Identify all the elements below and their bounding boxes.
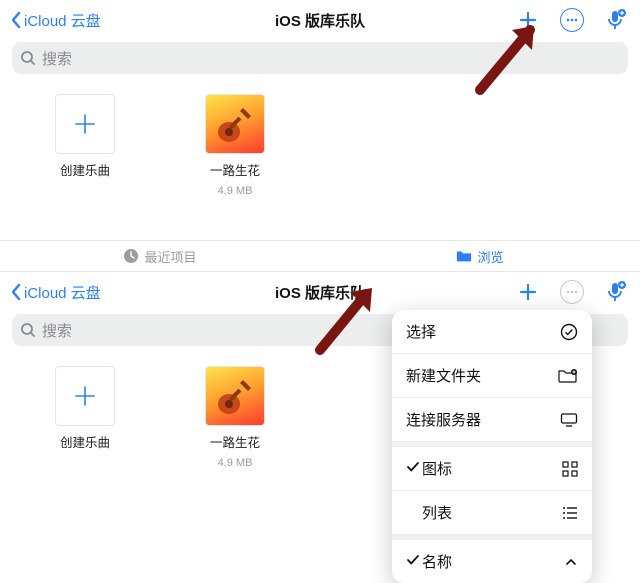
- back-button[interactable]: iCloud 云盘: [10, 282, 101, 303]
- menu-label: 连接服务器: [406, 409, 558, 430]
- create-thumb: [55, 366, 115, 426]
- add-button[interactable]: [514, 278, 542, 306]
- song-file-tile[interactable]: 一路生花 4.9 MB: [190, 366, 280, 469]
- check-circle-icon: [558, 323, 578, 341]
- create-thumb: [55, 94, 115, 154]
- screen-after: 最近项目 浏览 iCloud 云盘 iOS 版库乐队: [0, 240, 640, 513]
- plus-icon: [518, 282, 538, 302]
- search-placeholder: 搜索: [42, 48, 72, 69]
- folder-plus-icon: [558, 368, 578, 384]
- mic-plus-icon: [605, 9, 627, 31]
- more-button[interactable]: [560, 8, 584, 32]
- plus-icon: [518, 10, 538, 30]
- nav-actions: [514, 6, 630, 34]
- file-name: 一路生花: [210, 432, 260, 451]
- tab-browse[interactable]: 浏览: [320, 241, 640, 271]
- back-label: iCloud 云盘: [24, 282, 101, 303]
- mic-button[interactable]: [602, 6, 630, 34]
- file-grid: 创建乐曲 一路生花 4.9 MB: [0, 82, 640, 209]
- menu-new-folder[interactable]: 新建文件夹: [392, 354, 592, 398]
- chevron-up-icon: [558, 555, 578, 569]
- song-file-tile[interactable]: 一路生花 4.9 MB: [190, 94, 280, 197]
- search-placeholder: 搜索: [42, 320, 72, 341]
- create-song-tile[interactable]: 创建乐曲: [40, 366, 130, 469]
- plus-icon: [71, 110, 99, 138]
- tab-recents[interactable]: 最近项目: [0, 241, 320, 271]
- navbar: iCloud 云盘 iOS 版库乐队: [0, 0, 640, 40]
- file-name: 创建乐曲: [60, 432, 110, 451]
- guitar-icon: [213, 102, 257, 146]
- menu-view-icons[interactable]: 图标: [392, 447, 592, 491]
- menu-label: 名称: [422, 551, 558, 572]
- file-name: 创建乐曲: [60, 160, 110, 179]
- guitar-icon: [213, 374, 257, 418]
- chevron-left-icon: [10, 11, 22, 29]
- menu-label: 图标: [422, 458, 558, 479]
- menu-select[interactable]: 选择: [392, 310, 592, 354]
- screen-before: iCloud 云盘 iOS 版库乐队 搜索 创建乐曲: [0, 0, 640, 240]
- tab-label: 最近项目: [144, 247, 196, 266]
- menu-sort-name[interactable]: 名称: [392, 540, 592, 583]
- chevron-left-icon: [10, 283, 22, 301]
- nav-actions: [514, 278, 630, 306]
- back-button[interactable]: iCloud 云盘: [10, 10, 101, 31]
- file-size: 4.9 MB: [218, 457, 253, 469]
- song-thumb: [205, 94, 265, 154]
- navbar: iCloud 云盘 iOS 版库乐队: [0, 272, 640, 312]
- grid-icon: [558, 461, 578, 477]
- create-song-tile[interactable]: 创建乐曲: [40, 94, 130, 197]
- tab-label: 浏览: [477, 247, 503, 266]
- checkmark-icon: [406, 460, 422, 478]
- checkmark-icon: [406, 553, 422, 571]
- song-thumb: [205, 366, 265, 426]
- plus-icon: [71, 382, 99, 410]
- search-icon: [20, 50, 36, 66]
- menu-view-list[interactable]: 列表: [392, 491, 592, 535]
- file-name: 一路生花: [210, 160, 260, 179]
- menu-connect-server[interactable]: 连接服务器: [392, 398, 592, 442]
- back-label: iCloud 云盘: [24, 10, 101, 31]
- display-icon: [558, 412, 578, 428]
- ellipsis-icon: [565, 13, 579, 27]
- mic-plus-icon: [605, 281, 627, 303]
- more-button-active[interactable]: [560, 280, 584, 304]
- context-menu: 选择 新建文件夹 连接服务器 图标: [392, 310, 592, 583]
- menu-label: 新建文件夹: [406, 365, 558, 386]
- add-button[interactable]: [514, 6, 542, 34]
- mic-button[interactable]: [602, 278, 630, 306]
- file-size: 4.9 MB: [218, 185, 253, 197]
- bottom-tabbar: 最近项目 浏览: [0, 240, 640, 272]
- search-field[interactable]: 搜索: [12, 42, 628, 74]
- menu-label: 选择: [406, 321, 558, 342]
- search-icon: [20, 322, 36, 338]
- folder-icon: [456, 248, 472, 264]
- clock-icon: [123, 248, 139, 264]
- ellipsis-icon: [565, 285, 579, 299]
